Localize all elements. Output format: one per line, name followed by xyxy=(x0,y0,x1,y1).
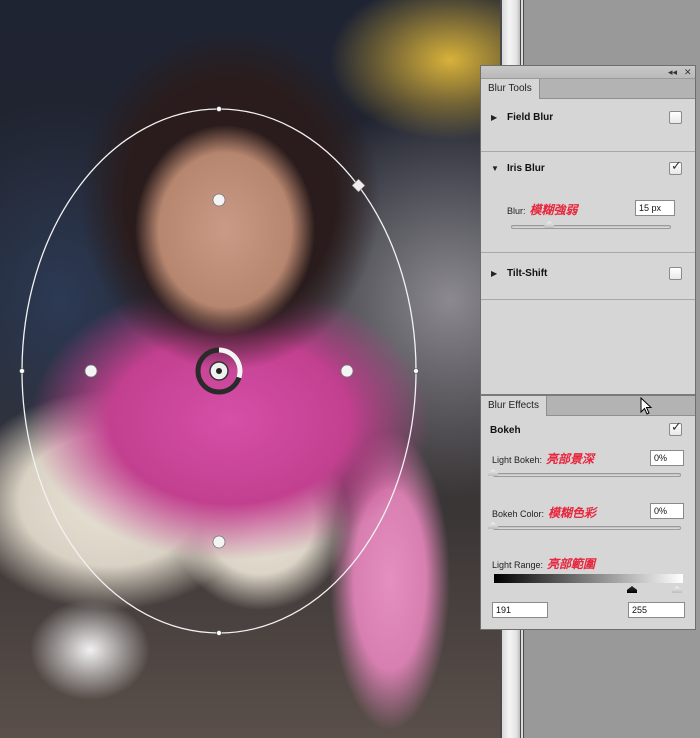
bottom-handle[interactable] xyxy=(216,630,222,636)
tab-blur-effects[interactable]: Blur Effects xyxy=(481,396,547,416)
feather-handle-bottom[interactable] xyxy=(212,535,226,549)
iris-blur-title[interactable]: Iris Blur xyxy=(507,163,545,174)
expand-triangle-icon[interactable]: ▶ xyxy=(491,269,497,278)
light-bokeh-annotation: 亮部景深 xyxy=(546,452,595,466)
light-range-high-input[interactable]: 255 xyxy=(628,602,685,618)
light-bokeh-label: Light Bokeh: 亮部景深 xyxy=(492,450,594,467)
bokeh-section: Bokeh ✓ Light Bokeh: 亮部景深 0% Bokeh Color:… xyxy=(481,416,695,618)
light-bokeh-slider-thumb[interactable] xyxy=(488,469,498,476)
panel-topbar[interactable]: ◂◂ ✕ xyxy=(481,66,695,79)
feather-handle-right[interactable] xyxy=(340,364,354,378)
light-bokeh-slider-track[interactable] xyxy=(493,473,681,477)
iris-center-dot xyxy=(216,368,222,374)
bokeh-color-input[interactable]: 0% xyxy=(650,503,684,519)
checkmark-icon: ✓ xyxy=(671,419,682,434)
tilt-shift-title[interactable]: Tilt-Shift xyxy=(507,268,547,279)
bokeh-title: Bokeh xyxy=(490,425,521,436)
collapse-icon[interactable]: ◂◂ xyxy=(668,66,677,78)
iris-blur-overlay[interactable] xyxy=(0,0,500,738)
iris-blur-checkbox[interactable]: ✓ xyxy=(669,158,682,175)
expand-triangle-icon[interactable]: ▶ xyxy=(491,113,497,122)
tab-blur-tools[interactable]: Blur Tools xyxy=(481,79,540,99)
light-range-annotation: 亮部範圍 xyxy=(547,557,596,571)
bokeh-color-annotation: 模糊色彩 xyxy=(548,506,597,520)
blur-label-text: Blur: xyxy=(507,206,526,216)
field-blur-section: ▶ Field Blur xyxy=(481,99,695,152)
right-handle[interactable] xyxy=(413,368,419,374)
iris-blur-section: ▼ Iris Blur ✓ Blur: 模糊強弱 15 px xyxy=(481,152,695,253)
field-blur-checkbox[interactable] xyxy=(669,111,682,124)
feather-handle-left[interactable] xyxy=(84,364,98,378)
tilt-shift-checkbox[interactable] xyxy=(669,267,682,280)
blur-tools-tabbar: Blur Tools xyxy=(481,79,695,99)
light-bokeh-input[interactable]: 0% xyxy=(650,450,684,466)
blur-value-input[interactable]: 15 px xyxy=(635,200,675,216)
bokeh-color-slider-thumb[interactable] xyxy=(488,522,498,529)
blur-annotation: 模糊強弱 xyxy=(529,203,578,217)
light-range-low-thumb[interactable] xyxy=(627,586,637,593)
bokeh-color-label-text: Bokeh Color: xyxy=(492,509,545,519)
light-range-gradient[interactable] xyxy=(494,574,683,583)
blur-slider-track[interactable] xyxy=(511,225,671,229)
collapse-triangle-icon[interactable]: ▼ xyxy=(491,164,499,173)
blur-tools-empty-area xyxy=(481,300,695,396)
light-range-low-input[interactable]: 191 xyxy=(492,602,548,618)
close-icon[interactable]: ✕ xyxy=(684,66,692,78)
mouse-pointer-icon xyxy=(640,397,653,415)
light-range-high-thumb[interactable] xyxy=(672,586,682,593)
checkmark-icon: ✓ xyxy=(671,158,682,173)
light-range-label-text: Light Range: xyxy=(492,560,544,570)
blur-slider-thumb[interactable] xyxy=(544,221,555,228)
bokeh-color-label: Bokeh Color: 模糊色彩 xyxy=(492,504,596,521)
blur-label: Blur: 模糊強弱 xyxy=(507,201,578,218)
tilt-shift-section: ▶ Tilt-Shift xyxy=(481,253,695,300)
feather-handle-top[interactable] xyxy=(212,193,226,207)
field-blur-title[interactable]: Field Blur xyxy=(507,112,553,123)
bokeh-checkbox[interactable]: ✓ xyxy=(669,419,682,436)
blur-effects-tabbar: Blur Effects xyxy=(481,396,695,416)
light-bokeh-label-text: Light Bokeh: xyxy=(492,455,543,465)
top-handle[interactable] xyxy=(216,106,222,112)
blur-panel: ◂◂ ✕ Blur Tools ▶ Field Blur ▼ Iris Blur… xyxy=(480,65,696,630)
left-handle[interactable] xyxy=(19,368,25,374)
bokeh-color-slider-track[interactable] xyxy=(493,526,681,530)
light-range-label: Light Range: 亮部範圍 xyxy=(492,555,595,572)
blur-amount-ring[interactable] xyxy=(195,347,243,395)
